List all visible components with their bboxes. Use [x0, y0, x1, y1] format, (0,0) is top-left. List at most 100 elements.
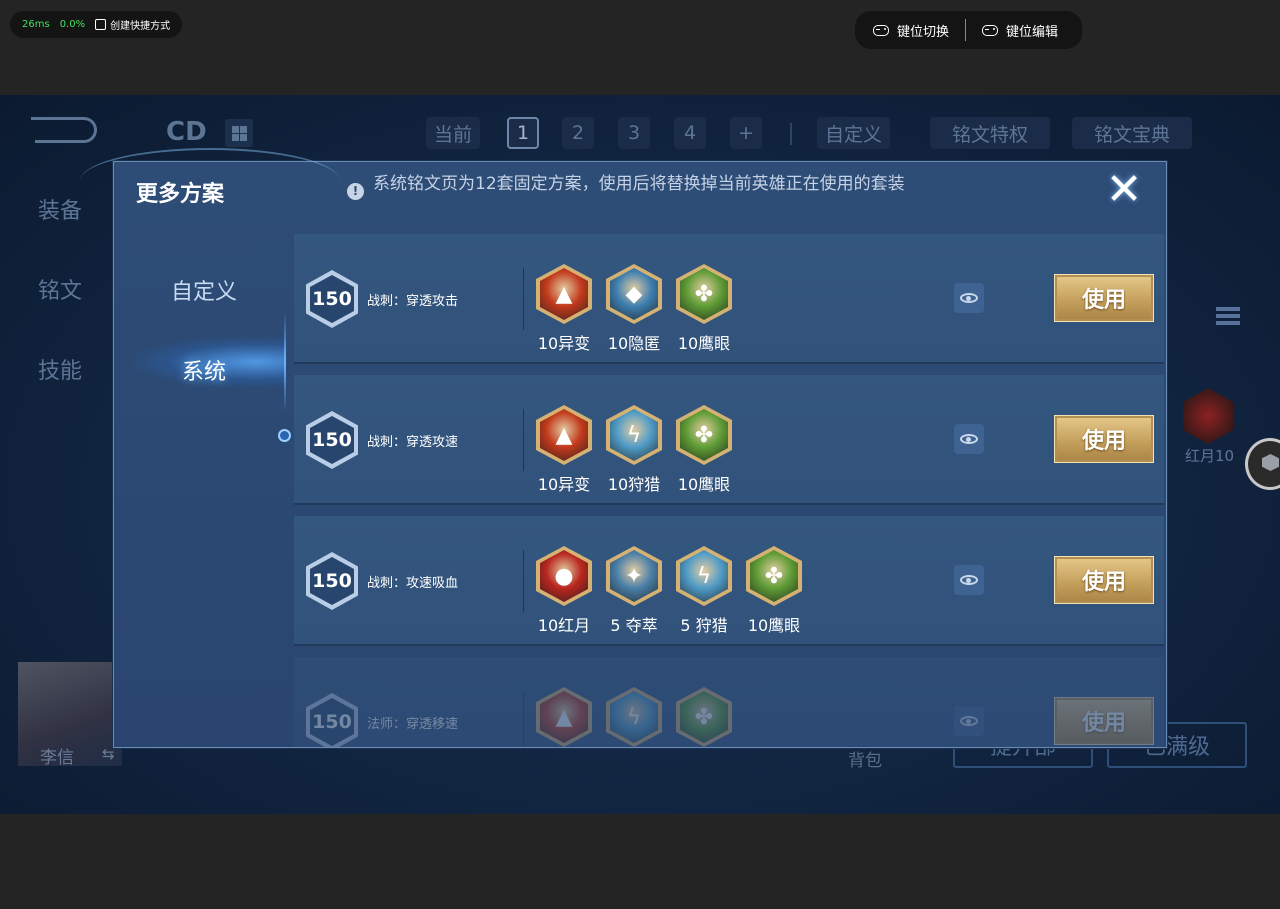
use-button[interactable]: 使用 [1054, 697, 1154, 745]
emulator-window: 26ms 0.0% 创建快捷方式 键位切换 键位编辑 CD 当前 1 2 3 4… [0, 0, 1280, 909]
row-divider [523, 691, 524, 747]
rune-label: 10狩猎 [607, 475, 661, 494]
dialog-note: 系统铭文页为12套固定方案，使用后将替换掉当前英雄正在使用的套装 [373, 174, 905, 194]
preview-eye-icon[interactable] [954, 424, 984, 454]
perf-indicator: 26ms 0.0% 创建快捷方式 [10, 11, 183, 38]
plan-name: 战刺：攻速吸血 [367, 576, 459, 591]
key-switch-label: 键位切换 [897, 24, 950, 40]
dialog-sidebar: 自定义 系统 [114, 232, 294, 749]
mutation-glyph: ▲ [540, 691, 588, 743]
rune-label: 10鹰眼 [747, 616, 801, 635]
red-moon-icon[interactable]: ● [536, 546, 592, 606]
preview-eye-icon[interactable] [954, 565, 984, 595]
hero-name: 李信 [40, 748, 74, 768]
key-mapping-bar: 键位切换 键位编辑 [855, 11, 1083, 49]
tab-system[interactable]: 系统 [114, 354, 294, 386]
red-moon-rune-icon [1183, 388, 1233, 444]
more-plans-dialog: 更多方案 ! 系统铭文页为12套固定方案，使用后将替换掉当前英雄正在使用的套装 … [80, 148, 1167, 749]
hunt-icon[interactable]: ϟ [606, 405, 662, 465]
mutation-icon[interactable]: ▲ [536, 687, 592, 747]
stealth-icon[interactable]: ◆ [606, 264, 662, 324]
side-tab-runes[interactable]: 铭文 [38, 273, 82, 305]
mutation-icon[interactable]: ▲ [536, 405, 592, 465]
hawkeye-icon[interactable]: ✤ [676, 687, 732, 747]
page-tab-3[interactable]: 3 [618, 117, 650, 149]
back-icon[interactable] [31, 117, 97, 143]
hunt-icon[interactable]: ϟ [676, 546, 732, 606]
hawkeye-glyph: ✤ [680, 268, 728, 320]
gamepad-icon [873, 24, 889, 36]
plan-list[interactable]: 150 战刺：穿透攻击 ▲ 10异变 ◆ 10隐匿 ✤ 10鹰眼 使用 150 战刺：穿透攻速 ▲ 10… [294, 234, 1164, 747]
row-divider [523, 550, 524, 612]
create-shortcut-button[interactable]: 创建快捷方式 [95, 17, 170, 32]
grid-icon[interactable] [225, 119, 253, 147]
side-tab-skills[interactable]: 技能 [38, 353, 82, 385]
hunt-glyph: ϟ [610, 409, 658, 461]
rune-label: 5 夺萃 [610, 616, 658, 635]
shortcut-icon [95, 19, 107, 30]
use-button[interactable]: 使用 [1054, 415, 1154, 463]
rune-label: 5 狩猎 [680, 616, 728, 635]
keybar-divider [965, 19, 967, 41]
preview-eye-icon[interactable] [954, 283, 984, 313]
hunt-icon[interactable]: ϟ [606, 687, 662, 747]
create-shortcut-label: 创建快捷方式 [110, 21, 171, 32]
hunt-glyph: ϟ [610, 691, 658, 743]
hawkeye-glyph: ✤ [680, 409, 728, 461]
gamepad-icon [982, 24, 999, 36]
hunt-glyph: ϟ [680, 550, 728, 602]
active-tab-dot [278, 429, 291, 442]
expand-arrows-icon[interactable] [1216, 307, 1240, 333]
stealth-glyph: ◆ [610, 268, 658, 320]
eye-shape [960, 434, 978, 444]
perk-label: 铭文特权 [951, 123, 1028, 146]
rune-label: 10异变 [537, 475, 591, 494]
floating-handle-button[interactable] [1245, 438, 1280, 490]
plunder-icon[interactable]: ✦ [606, 546, 662, 606]
tab-custom[interactable]: 自定义 [114, 274, 294, 306]
dialog-title: 更多方案 [136, 182, 225, 207]
plan-row: 150 战刺：穿透攻速 ▲ 10异变 ϟ 10狩猎 ✤ 10鹰眼 使用 [294, 375, 1164, 505]
current-label: 当前 [426, 117, 481, 149]
rune-label: 10鹰眼 [677, 475, 731, 494]
plan-row: 150 战刺：穿透攻击 ▲ 10异变 ◆ 10隐匿 ✤ 10鹰眼 使用 [294, 234, 1164, 364]
use-button[interactable]: 使用 [1054, 274, 1154, 322]
row-divider [523, 409, 524, 471]
key-switch-button[interactable]: 键位切换 [867, 21, 955, 40]
page-tab-1[interactable]: 1 [507, 117, 540, 149]
side-tab-equipment[interactable]: 装备 [38, 193, 82, 225]
rune-codex-button[interactable]: 铭文宝典 [1072, 117, 1192, 149]
hawkeye-icon[interactable]: ✤ [746, 546, 802, 606]
add-page-button[interactable]: + [730, 117, 762, 149]
hawkeye-icon[interactable]: ✤ [676, 264, 732, 324]
hawkeye-glyph: ✤ [750, 550, 798, 602]
plan-name: 战刺：穿透攻击 [367, 294, 459, 309]
plan-row: 150 战刺：攻速吸血 ● 10红月 ✦ 5 夺萃 ϟ 5 狩猎 ✤ 10鹰眼 使用 [294, 516, 1164, 646]
eye-shape [960, 716, 978, 726]
rune-label: 10隐匿 [607, 334, 661, 353]
rune-label: 10异变 [537, 334, 591, 353]
close-button[interactable]: ✕ [1102, 168, 1146, 212]
hawkeye-icon[interactable]: ✤ [676, 405, 732, 465]
eye-shape [960, 575, 978, 585]
cd-toggle[interactable]: CD [166, 117, 207, 147]
page-tab-2[interactable]: 2 [562, 117, 594, 149]
rune-perk-button[interactable]: 铭文特权 [930, 117, 1050, 149]
bag-label[interactable]: 背包 [848, 746, 882, 771]
mutation-icon[interactable]: ▲ [536, 264, 592, 324]
use-button[interactable]: 使用 [1054, 556, 1154, 604]
key-edit-button[interactable]: 键位编辑 [976, 21, 1064, 40]
custom-rename-button[interactable]: 自定义 [817, 117, 891, 149]
nav-divider [790, 123, 792, 145]
hawkeye-glyph: ✤ [680, 691, 728, 743]
plunder-glyph: ✦ [610, 550, 658, 602]
right-rune-label: 红月10 [1185, 447, 1235, 465]
mutation-glyph: ▲ [540, 268, 588, 320]
codex-label: 铭文宝典 [1093, 123, 1170, 146]
plan-row: 150 法师：穿透移速 ▲ ϟ ✤ 使用 [294, 657, 1164, 747]
row-divider [523, 268, 524, 330]
mutation-glyph: ▲ [540, 409, 588, 461]
page-tab-4[interactable]: 4 [674, 117, 706, 149]
preview-eye-icon[interactable] [954, 706, 984, 736]
eye-shape [960, 293, 978, 303]
